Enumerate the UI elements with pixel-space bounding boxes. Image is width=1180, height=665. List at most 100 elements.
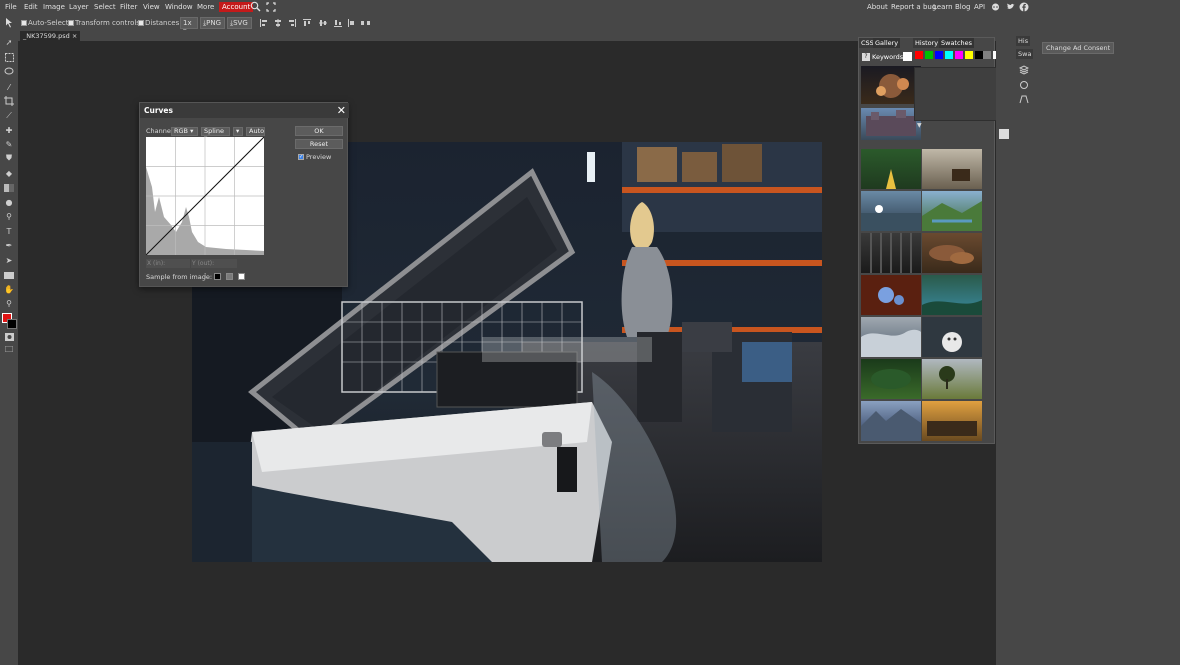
blur-tool-icon[interactable]: ● [3, 196, 15, 208]
align-right-icon[interactable] [287, 18, 297, 30]
white-point-picker[interactable] [238, 273, 245, 280]
facebook-icon[interactable] [1019, 2, 1029, 14]
gallery-thumb[interactable] [861, 359, 921, 399]
gallery-thumb[interactable] [861, 191, 921, 231]
marquee-tool-icon[interactable] [3, 51, 15, 63]
menu-file[interactable]: File [5, 3, 17, 11]
healing-brush-icon[interactable]: ✚ [3, 124, 15, 136]
help-button[interactable]: ? [862, 53, 870, 61]
gallery-thumb[interactable] [922, 149, 982, 189]
swatch[interactable] [955, 51, 963, 59]
gallery-thumb[interactable] [861, 149, 921, 189]
swatch[interactable] [915, 51, 923, 59]
swatch[interactable] [983, 51, 991, 59]
clone-stamp-icon[interactable]: ⛊ [3, 152, 15, 164]
lasso-tool-icon[interactable] [3, 66, 15, 78]
swatch[interactable] [965, 51, 973, 59]
keywords-input[interactable] [903, 52, 912, 61]
tab-swatches[interactable]: Swatches [939, 38, 975, 48]
eraser-tool-icon[interactable]: ◆ [3, 167, 15, 179]
swatches-tab-collapsed[interactable]: Swa [1016, 49, 1034, 59]
eyedropper-icon[interactable]: ⟋ [3, 110, 15, 122]
menu-select[interactable]: Select [94, 3, 116, 11]
reddit-icon[interactable] [991, 2, 1000, 13]
swatch[interactable] [975, 51, 983, 59]
screen-mode-icon[interactable] [3, 343, 15, 355]
close-tab-icon[interactable]: × [72, 32, 77, 40]
gallery-thumb[interactable] [861, 108, 921, 140]
gray-point-picker[interactable] [226, 273, 233, 280]
auto-button[interactable]: Auto [246, 127, 265, 136]
path-select-icon[interactable]: ➤ [3, 254, 15, 266]
auto-select-checkbox[interactable] [21, 20, 27, 26]
gallery-thumb[interactable] [922, 317, 982, 357]
export-svg-button[interactable]: ⤓SVG [227, 17, 252, 29]
swatch[interactable] [925, 51, 933, 59]
crop-tool-icon[interactable] [3, 95, 15, 107]
change-ad-consent-button[interactable]: Change Ad Consent [1042, 42, 1115, 54]
paths-icon[interactable] [1019, 94, 1029, 106]
reset-button[interactable]: Reset [295, 139, 343, 149]
gradient-tool-icon[interactable] [3, 182, 15, 194]
close-icon[interactable]: ✕ [337, 104, 346, 117]
gallery-thumb[interactable] [861, 233, 921, 273]
pen-tool-icon[interactable]: ✒ [3, 239, 15, 251]
menu-edit[interactable]: Edit [24, 3, 38, 11]
zoom-select[interactable]: 1x ▾ [180, 17, 198, 35]
document-tab[interactable]: _NK37599.psd × [20, 31, 81, 41]
hand-tool-icon[interactable]: ✋ [3, 283, 15, 295]
gallery-thumb[interactable] [861, 66, 921, 104]
mode-select[interactable]: Spline ▾ [201, 127, 230, 142]
export-png-button[interactable]: ⤓PNG [200, 17, 225, 29]
background-color-swatch[interactable] [7, 319, 17, 329]
x-in-field[interactable]: X (in): [146, 259, 190, 268]
align-top-icon[interactable] [302, 18, 312, 30]
gallery-thumb[interactable] [922, 275, 982, 315]
swatch[interactable] [945, 51, 953, 59]
link-report-bug[interactable]: Report a bug [891, 3, 936, 11]
distribute-icon[interactable] [347, 18, 357, 30]
menu-more[interactable]: More [197, 3, 214, 11]
preview-checkbox[interactable]: ✓ [298, 154, 304, 160]
gallery-thumb[interactable] [861, 275, 921, 315]
image-icon[interactable] [999, 129, 1009, 139]
zoom-tool-icon[interactable]: ⚲ [3, 297, 15, 309]
menu-view[interactable]: View [143, 3, 160, 11]
transform-controls-checkbox[interactable] [68, 20, 74, 26]
link-api[interactable]: API [974, 3, 985, 11]
curve-graph[interactable] [145, 136, 265, 256]
menu-layer[interactable]: Layer [69, 3, 89, 11]
shape-tool-icon[interactable] [3, 269, 15, 281]
gallery-thumb[interactable] [861, 317, 921, 357]
account-button[interactable]: Account [219, 2, 254, 12]
swatch[interactable] [935, 51, 943, 59]
adjustments-icon[interactable] [1019, 80, 1029, 92]
dodge-tool-icon[interactable]: ⚲ [3, 210, 15, 222]
gallery-thumb[interactable] [922, 191, 982, 231]
y-out-field[interactable]: Y (out): [191, 259, 237, 268]
history-tab-collapsed[interactable]: His [1016, 36, 1031, 46]
black-point-picker[interactable] [214, 273, 221, 280]
link-learn[interactable]: Learn [933, 3, 953, 11]
menu-window[interactable]: Window [165, 3, 193, 11]
brush-tool-icon[interactable]: ✎ [3, 138, 15, 150]
gallery-thumb[interactable] [922, 359, 982, 399]
twitter-icon[interactable] [1006, 2, 1015, 13]
quick-mask-icon[interactable] [3, 331, 15, 343]
move-tool-icon[interactable] [4, 17, 15, 30]
swatches-expand-icon[interactable]: ▼ [917, 122, 922, 129]
menu-image[interactable]: Image [43, 3, 65, 11]
dialog-titlebar[interactable]: Curves ✕ [140, 103, 349, 118]
gallery-thumb[interactable] [922, 401, 982, 441]
link-blog[interactable]: Blog [955, 3, 970, 11]
distances-checkbox[interactable] [138, 20, 144, 26]
link-about[interactable]: About [867, 3, 888, 11]
gallery-thumb[interactable] [922, 233, 982, 273]
move-tool-icon[interactable]: ➚ [3, 36, 15, 48]
curve-preset-button[interactable]: ▾ [233, 127, 243, 136]
align-center-icon[interactable] [273, 18, 283, 30]
channel-select[interactable]: RGB ▾ [171, 127, 198, 136]
ok-button[interactable]: OK [295, 126, 343, 136]
eyedropper-icon[interactable]: ⁞ [204, 272, 206, 280]
tab-history[interactable]: History [913, 38, 941, 48]
